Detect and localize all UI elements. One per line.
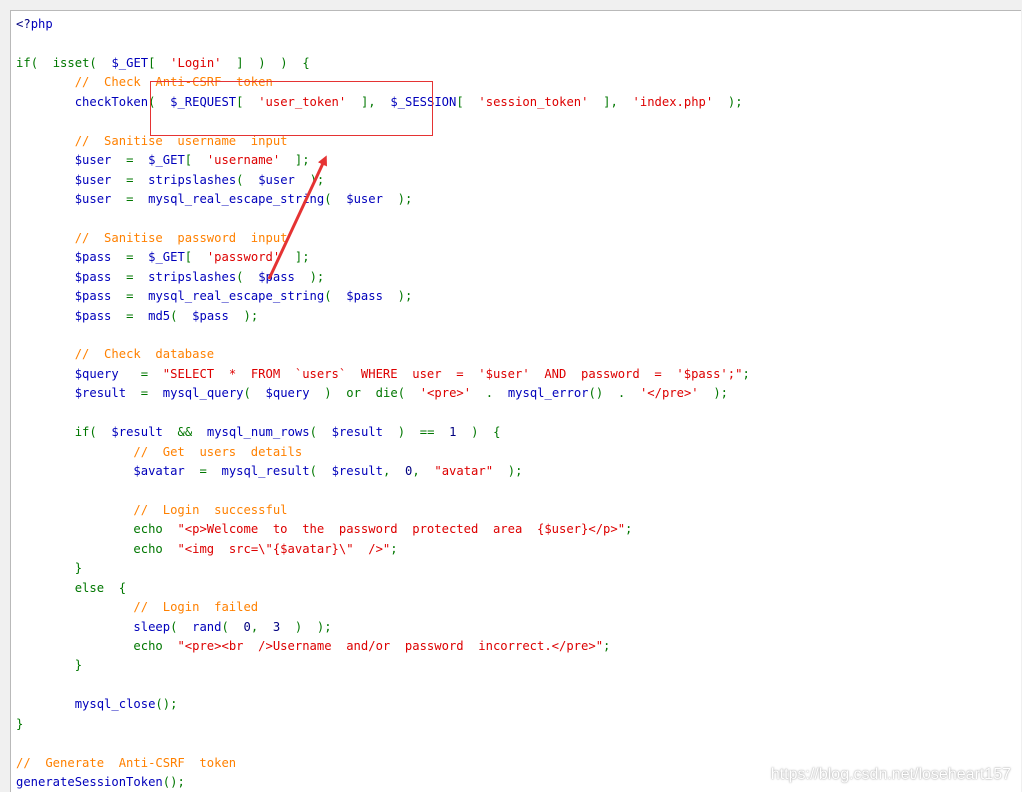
- code-line: mysql_close();: [74, 697, 178, 712]
- code-line: $pass = $_GET[ 'password' ];: [74, 250, 310, 265]
- highlight-box: [150, 81, 433, 136]
- code-line: sleep( rand( 0, 3 ) );: [133, 619, 332, 634]
- code-line: }: [16, 716, 24, 731]
- code-line: // Sanitise password input: [74, 230, 288, 245]
- code-line: // Check database: [74, 347, 215, 362]
- code-line: $user = $_GET[ 'username' ];: [74, 153, 310, 168]
- code-line: echo "<img src=\"{$avatar}\" />";: [133, 541, 398, 556]
- code-line: // Login successful: [133, 502, 288, 517]
- code-line: // Generate Anti-CSRF token: [16, 755, 237, 770]
- code-line: $pass = md5( $pass );: [74, 308, 259, 323]
- code-line: ​: [16, 404, 750, 423]
- code-line: if( isset( $_GET[ 'Login' ] ) ) {: [16, 55, 310, 70]
- code-line: $pass = mysql_real_escape_string( $pass …: [74, 289, 413, 304]
- code-line: ​: [16, 676, 750, 695]
- code-line: if( $result && mysql_num_rows( $result )…: [74, 425, 501, 440]
- watermark: https://blog.csdn.net/loseheart157: [770, 766, 1011, 783]
- code-line: $query = "SELECT * FROM `users` WHERE us…: [74, 366, 750, 381]
- code-line: ​: [16, 34, 750, 53]
- code-line: $pass = stripslashes( $pass );: [74, 269, 325, 284]
- code-line: echo "<p>Welcome to the password protect…: [133, 522, 633, 537]
- code-line: }: [74, 561, 83, 576]
- code-viewer: <?php​if( isset( $_GET[ 'Login' ] ) ) { …: [10, 10, 1021, 792]
- code-line: // Login failed: [133, 600, 259, 615]
- code-line: $user = mysql_real_escape_string( $user …: [74, 191, 413, 206]
- code-line: echo "<pre><br />Username and/or passwor…: [133, 639, 611, 653]
- code-line: <?php: [16, 17, 53, 31]
- code-line: else {: [74, 580, 127, 595]
- code-line: $user = stripslashes( $user );: [74, 172, 325, 187]
- code-line: ​: [16, 209, 750, 228]
- code-line: generateSessionToken();: [16, 775, 185, 790]
- code-line: $result = mysql_query( $query ) or die( …: [74, 386, 729, 401]
- code-line: ​: [16, 326, 750, 345]
- code-line: $avatar = mysql_result( $result, 0, "ava…: [133, 464, 523, 479]
- code-line: }: [74, 658, 83, 673]
- code-line: // Get users details: [133, 444, 303, 459]
- code-line: ​: [16, 482, 750, 501]
- code-line: ​: [16, 734, 750, 753]
